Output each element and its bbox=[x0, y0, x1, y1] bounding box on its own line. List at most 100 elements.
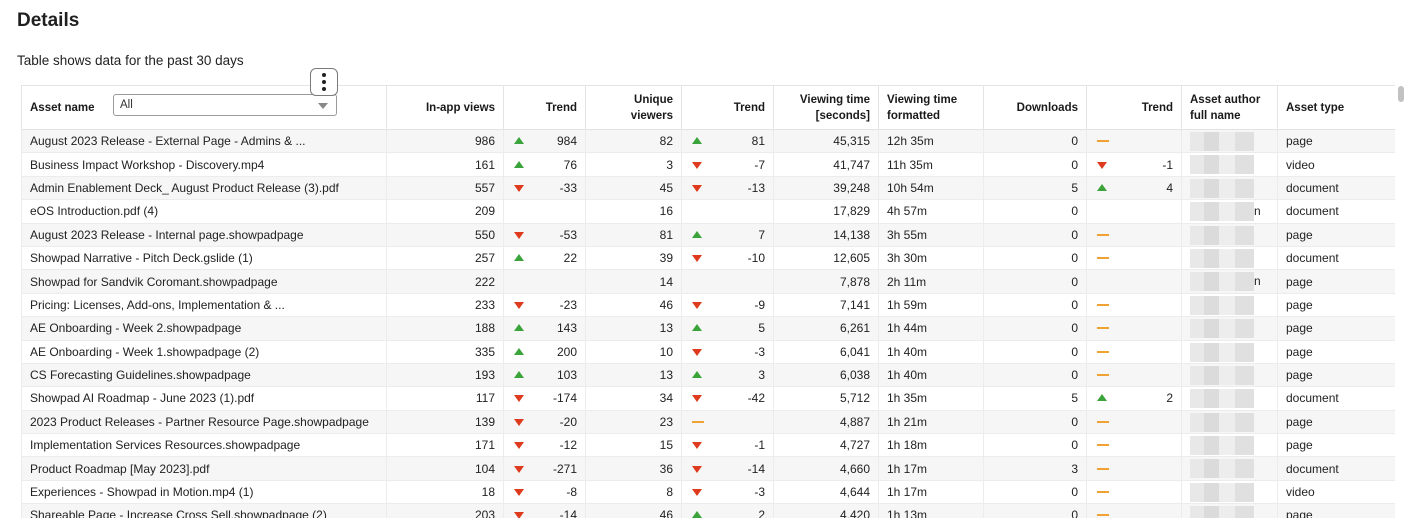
col-header-asset-author[interactable]: Asset author full name bbox=[1181, 85, 1278, 130]
trend-up-icon bbox=[692, 371, 702, 379]
in-app-views-cell: 233 bbox=[386, 292, 504, 318]
views-trend-value: -14 bbox=[559, 508, 577, 518]
downloads-cell: 0 bbox=[983, 409, 1087, 435]
viewing-time-formatted-cell: 1h 35m bbox=[878, 386, 984, 411]
downloads-cell: 0 bbox=[983, 339, 1087, 364]
asset-author-cell bbox=[1181, 152, 1278, 177]
col-header-in-app-views[interactable]: In-app views bbox=[386, 85, 504, 130]
table-row[interactable]: Showpad for Sandvik Coromant.showpadpage… bbox=[21, 269, 1395, 294]
trend-down-icon bbox=[514, 465, 524, 473]
trend-up-icon bbox=[692, 511, 702, 518]
asset-type-cell: page bbox=[1277, 316, 1395, 341]
downloads-trend-cell: 2 bbox=[1086, 386, 1182, 411]
col-header-asset-type[interactable]: Asset type bbox=[1277, 85, 1395, 130]
viewers-trend-value: -7 bbox=[754, 157, 765, 172]
asset-author-cell bbox=[1181, 479, 1278, 505]
table-row[interactable]: August 2023 Release - External Page - Ad… bbox=[21, 128, 1395, 154]
col-header-downloads-trend[interactable]: Trend bbox=[1086, 85, 1182, 130]
trend-flat-icon bbox=[1097, 350, 1109, 353]
asset-name-cell: Business Impact Workshop - Discovery.mp4 bbox=[21, 152, 387, 177]
viewing-time-formatted-cell: 10h 54m bbox=[878, 175, 984, 201]
table-row[interactable]: eOS Introduction.pdf (4) 209 16 17,829 4h 57… bbox=[21, 199, 1395, 224]
asset-author-text: n bbox=[1254, 274, 1261, 289]
asset-name-cell: Product Roadmap [May 2023].pdf bbox=[21, 456, 387, 481]
col-header-downloads[interactable]: Downloads bbox=[983, 85, 1087, 130]
table-row[interactable]: August 2023 Release - Internal page.show… bbox=[21, 222, 1395, 247]
trend-flat-icon bbox=[1097, 233, 1109, 236]
redacted-author-blur bbox=[1190, 295, 1254, 315]
asset-name-cell: Implementation Services Resources.showpa… bbox=[21, 433, 387, 458]
in-app-views-cell: 257 bbox=[386, 245, 504, 271]
trend-flat-icon bbox=[1097, 467, 1109, 470]
trend-down-icon bbox=[514, 489, 524, 497]
table-row[interactable]: CS Forecasting Guidelines.showpadpage 193… bbox=[21, 362, 1395, 388]
col-header-views-trend[interactable]: Trend bbox=[503, 85, 586, 130]
table-row[interactable]: 2023 Product Releases - Partner Resource… bbox=[21, 409, 1395, 435]
table-row[interactable]: Experiences - Showpad in Motion.mp4 (1) 1… bbox=[21, 479, 1395, 505]
unique-viewers-cell: 3 bbox=[585, 152, 682, 177]
table-row[interactable]: Showpad AI Roadmap - June 2023 (1).pdf 11… bbox=[21, 386, 1395, 411]
viewers-trend-value: -13 bbox=[747, 180, 765, 195]
in-app-views-cell: 171 bbox=[386, 433, 504, 458]
col-header-unique-viewers[interactable]: Unique viewers bbox=[585, 85, 682, 130]
viewing-time-seconds-cell: 6,038 bbox=[773, 362, 879, 388]
viewing-time-seconds-cell: 4,727 bbox=[773, 433, 879, 458]
viewing-time-formatted-cell: 1h 59m bbox=[878, 292, 984, 318]
views-trend-value: -8 bbox=[566, 485, 577, 500]
viewing-time-formatted-cell: 1h 18m bbox=[878, 433, 984, 458]
views-trend-cell: 76 bbox=[503, 152, 586, 177]
downloads-trend-cell bbox=[1086, 433, 1182, 458]
table-row[interactable]: Product Roadmap [May 2023].pdf 104 -271 36 -… bbox=[21, 456, 1395, 481]
trend-down-icon bbox=[692, 465, 702, 473]
unique-viewers-cell: 14 bbox=[585, 269, 682, 294]
table-row[interactable]: Business Impact Workshop - Discovery.mp4… bbox=[21, 152, 1395, 177]
trend-up-icon bbox=[692, 137, 702, 145]
in-app-views-cell: 104 bbox=[386, 456, 504, 481]
asset-name-cell: August 2023 Release - External Page - Ad… bbox=[21, 128, 387, 154]
viewing-time-seconds-cell: 7,141 bbox=[773, 292, 879, 318]
viewing-time-seconds-cell: 12,605 bbox=[773, 245, 879, 271]
in-app-views-cell: 18 bbox=[386, 479, 504, 505]
trend-up-icon bbox=[692, 324, 702, 332]
trend-down-icon bbox=[514, 301, 524, 309]
table-row[interactable]: AE Onboarding - Week 2.showpadpage 188 143… bbox=[21, 316, 1395, 341]
table-row[interactable]: AE Onboarding - Week 1.showpadpage (2) 33… bbox=[21, 339, 1395, 364]
viewing-time-seconds-cell: 4,660 bbox=[773, 456, 879, 481]
asset-type-cell: document bbox=[1277, 386, 1395, 411]
col-header-viewing-time-formatted[interactable]: Viewing time formatted bbox=[878, 85, 984, 130]
trend-up-icon bbox=[1097, 183, 1107, 191]
asset-name-filter-select[interactable]: All bbox=[113, 94, 337, 116]
views-trend-cell: -53 bbox=[503, 222, 586, 247]
details-table-container[interactable]: Asset name All In-app views Trend Unique… bbox=[21, 85, 1395, 518]
table-row[interactable]: Showpad Narrative - Pitch Deck.gslide (1… bbox=[21, 245, 1395, 271]
redacted-author-blur bbox=[1190, 155, 1254, 175]
downloads-cell: 3 bbox=[983, 456, 1087, 481]
unique-viewers-cell: 23 bbox=[585, 409, 682, 435]
downloads-cell: 0 bbox=[983, 128, 1087, 154]
asset-type-cell: page bbox=[1277, 339, 1395, 364]
redacted-author-blur bbox=[1190, 202, 1254, 222]
col-header-viewers-trend[interactable]: Trend bbox=[681, 85, 774, 130]
more-options-button[interactable] bbox=[310, 68, 338, 96]
redacted-author-blur bbox=[1190, 342, 1254, 362]
vertical-scrollbar[interactable] bbox=[1398, 86, 1404, 102]
viewing-time-seconds-cell: 4,887 bbox=[773, 409, 879, 435]
asset-author-cell bbox=[1181, 433, 1278, 458]
views-trend-value: 22 bbox=[563, 251, 577, 266]
col-header-viewing-time-seconds[interactable]: Viewing time [seconds] bbox=[773, 85, 879, 130]
kebab-menu-icon bbox=[322, 73, 326, 91]
unique-viewers-cell: 13 bbox=[585, 316, 682, 341]
table-row[interactable]: Pricing: Licenses, Add-ons, Implementati… bbox=[21, 292, 1395, 318]
table-row[interactable]: Implementation Services Resources.showpa… bbox=[21, 433, 1395, 458]
redacted-author-blur bbox=[1190, 436, 1254, 456]
views-trend-value: 143 bbox=[556, 321, 577, 336]
trend-flat-icon bbox=[692, 420, 704, 423]
table-row[interactable]: Shareable Page - Increase Cross Sell.sho… bbox=[21, 503, 1395, 518]
viewing-time-seconds-cell: 4,644 bbox=[773, 479, 879, 505]
viewing-time-formatted-cell: 1h 44m bbox=[878, 316, 984, 341]
trend-down-icon bbox=[514, 184, 524, 192]
table-row[interactable]: Admin Enablement Deck_ August Product Re… bbox=[21, 175, 1395, 201]
redacted-author-blur bbox=[1190, 272, 1254, 292]
viewing-time-seconds-cell: 6,261 bbox=[773, 316, 879, 341]
redacted-author-blur bbox=[1190, 248, 1254, 268]
